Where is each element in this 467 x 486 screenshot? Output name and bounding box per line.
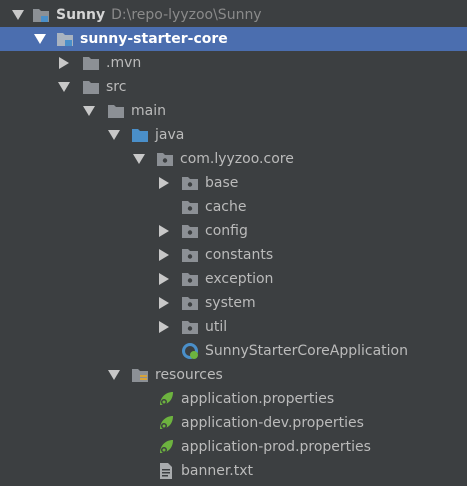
root-label: Sunny D:\repo-lyyzoo\Sunny: [56, 7, 262, 23]
tree-item-label: main: [131, 103, 166, 119]
tree-item-label: java: [155, 127, 185, 143]
tree-row-package-system[interactable]: system: [0, 291, 467, 315]
expand-arrow-icon[interactable]: [58, 82, 70, 92]
resources-folder-icon: [131, 366, 149, 384]
module-folder-icon: [56, 30, 74, 48]
tree-row-resources[interactable]: resources: [0, 363, 467, 387]
expand-arrow-icon[interactable]: [83, 106, 95, 116]
package-icon: [156, 150, 174, 168]
tree-row-java[interactable]: java: [0, 123, 467, 147]
tree-item-label: exception: [205, 271, 274, 287]
folder-icon: [107, 102, 125, 120]
collapse-arrow-icon[interactable]: [159, 225, 169, 237]
tree-row-app-prod-properties[interactable]: application-prod.properties: [0, 435, 467, 459]
tree-row-module[interactable]: sunny-starter-core: [0, 27, 467, 51]
package-icon: [181, 246, 199, 264]
tree-item-label: constants: [205, 247, 274, 263]
module-folder-icon: [32, 6, 50, 24]
root-path: D:\repo-lyyzoo\Sunny: [111, 7, 262, 23]
folder-icon: [82, 54, 100, 72]
project-tree: Sunny D:\repo-lyyzoo\Sunny sunny-starter-…: [0, 3, 467, 483]
tree-item-label: SunnyStarterCoreApplication: [205, 343, 408, 359]
tree-item-label: util: [205, 319, 228, 335]
spring-boot-class-icon: [181, 342, 199, 360]
package-icon: [181, 318, 199, 336]
tree-row-package-base[interactable]: base: [0, 171, 467, 195]
tree-row-package-exception[interactable]: exception: [0, 267, 467, 291]
expand-arrow-icon[interactable]: [108, 130, 120, 140]
tree-row-package-util[interactable]: util: [0, 315, 467, 339]
tree-row-app-dev-properties[interactable]: application-dev.properties: [0, 411, 467, 435]
package-icon: [181, 222, 199, 240]
tree-row-src[interactable]: src: [0, 75, 467, 99]
tree-item-label: config: [205, 223, 248, 239]
tree-item-label: application.properties: [181, 391, 335, 407]
package-icon: [181, 270, 199, 288]
tree-row-root[interactable]: Sunny D:\repo-lyyzoo\Sunny: [0, 3, 467, 27]
collapse-arrow-icon[interactable]: [159, 177, 169, 189]
tree-item-label: system: [205, 295, 256, 311]
tree-row-banner-txt[interactable]: banner.txt: [0, 459, 467, 483]
tree-row-main[interactable]: main: [0, 99, 467, 123]
tree-row-package-constants[interactable]: constants: [0, 243, 467, 267]
tree-item-label: resources: [155, 367, 223, 383]
expand-arrow-icon[interactable]: [34, 34, 46, 44]
collapse-arrow-icon[interactable]: [59, 57, 69, 69]
package-icon: [181, 198, 199, 216]
tree-item-label: banner.txt: [181, 463, 254, 479]
tree-item-label: application-prod.properties: [181, 439, 371, 455]
tree-row-mvn[interactable]: .mvn: [0, 51, 467, 75]
source-folder-icon: [131, 126, 149, 144]
module-label: sunny-starter-core: [80, 31, 228, 47]
tree-row-app-class[interactable]: SunnyStarterCoreApplication: [0, 339, 467, 363]
collapse-arrow-icon[interactable]: [159, 249, 169, 261]
expand-arrow-icon[interactable]: [108, 370, 120, 380]
tree-item-label: .mvn: [106, 55, 142, 71]
tree-item-label: cache: [205, 199, 247, 215]
collapse-arrow-icon[interactable]: [159, 297, 169, 309]
spring-properties-icon: [157, 390, 175, 408]
tree-row-package-config[interactable]: config: [0, 219, 467, 243]
package-icon: [181, 294, 199, 312]
collapse-arrow-icon[interactable]: [159, 321, 169, 333]
folder-icon: [82, 78, 100, 96]
tree-row-app-properties[interactable]: application.properties: [0, 387, 467, 411]
spring-properties-icon: [157, 438, 175, 456]
tree-item-label: com.lyyzoo.core: [180, 151, 294, 167]
tree-item-label: base: [205, 175, 239, 191]
tree-item-label: application-dev.properties: [181, 415, 364, 431]
tree-row-package-cache[interactable]: cache: [0, 195, 467, 219]
collapse-arrow-icon[interactable]: [159, 273, 169, 285]
text-file-icon: [157, 462, 175, 480]
spring-properties-icon: [157, 414, 175, 432]
package-icon: [181, 174, 199, 192]
tree-row-package-root[interactable]: com.lyyzoo.core: [0, 147, 467, 171]
expand-arrow-icon[interactable]: [12, 10, 24, 20]
tree-item-label: src: [106, 79, 127, 95]
expand-arrow-icon[interactable]: [133, 154, 145, 164]
